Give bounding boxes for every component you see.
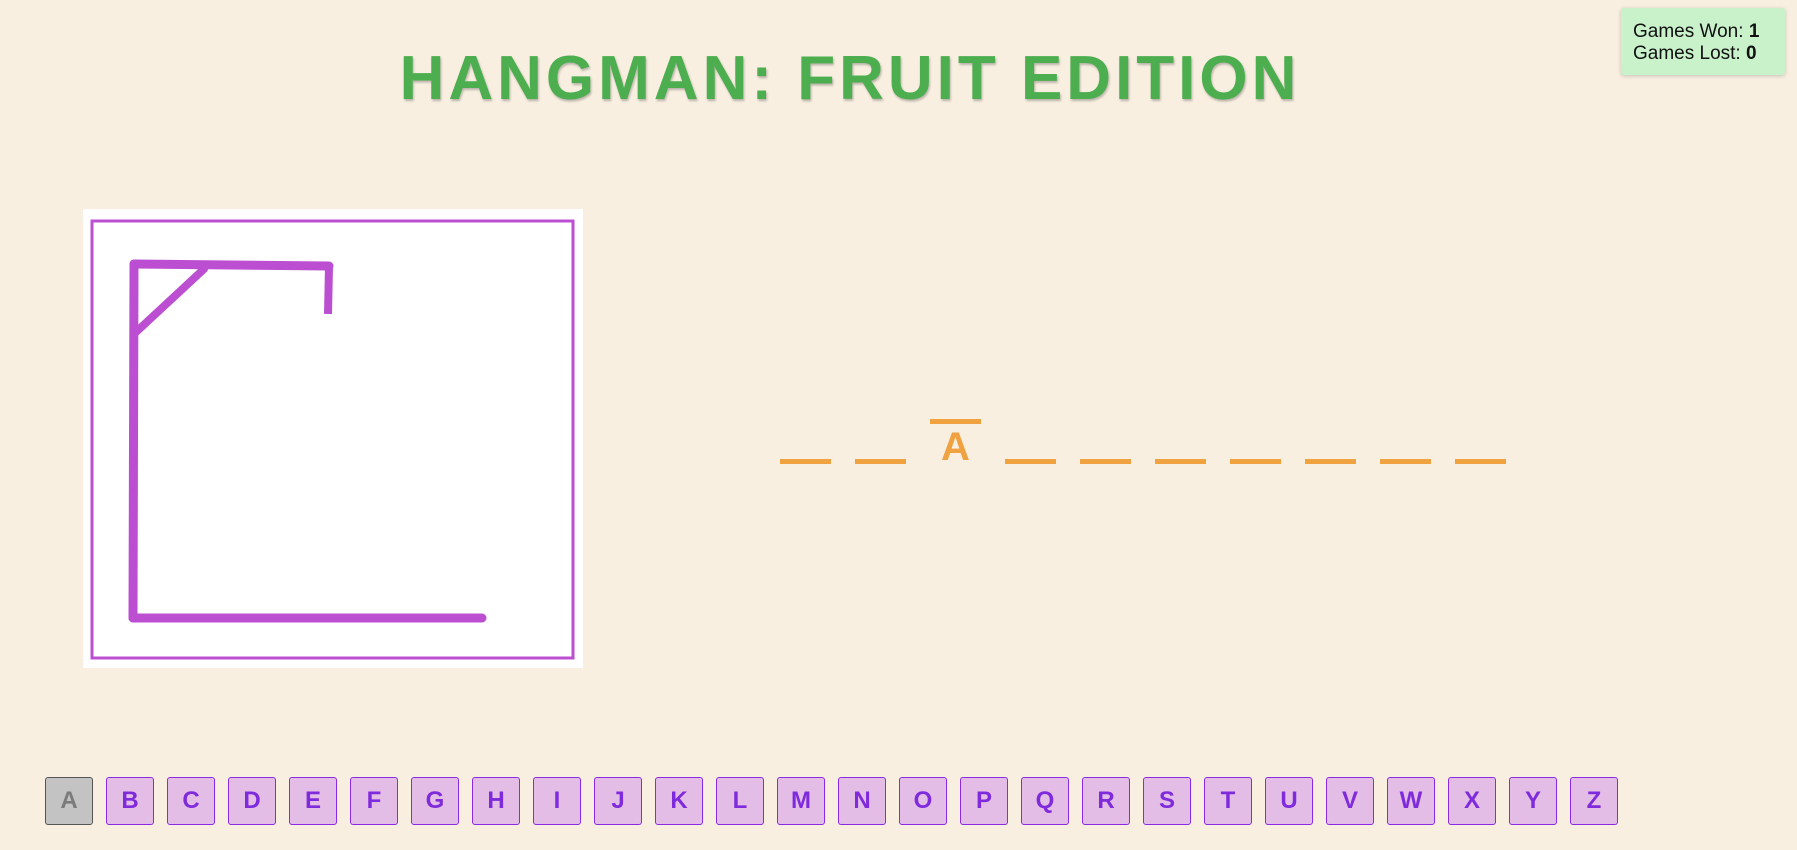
word-slot: A xyxy=(930,419,981,469)
letter-key-a: A xyxy=(45,777,93,825)
page-title: HANGMAN: FRUIT EDITION xyxy=(399,44,1301,113)
letter-key-s[interactable]: S xyxy=(1143,777,1191,825)
letter-keyboard: ABCDEFGHIJKLMNOPQRSTUVWXYZ xyxy=(45,777,1618,825)
word-slot xyxy=(1155,424,1206,464)
word-slot xyxy=(1380,424,1431,464)
score-panel: Games Won: 1 Games Lost: 0 xyxy=(1621,8,1785,75)
letter-key-u[interactable]: U xyxy=(1265,777,1313,825)
letter-key-q[interactable]: Q xyxy=(1021,777,1069,825)
letter-key-l[interactable]: L xyxy=(716,777,764,825)
gallows-pole xyxy=(128,259,139,623)
letter-key-o[interactable]: O xyxy=(899,777,947,825)
letter-key-g[interactable]: G xyxy=(411,777,459,825)
letter-key-j[interactable]: J xyxy=(594,777,642,825)
gallows-rope xyxy=(324,265,333,315)
letter-key-r[interactable]: R xyxy=(1082,777,1130,825)
word-slot xyxy=(855,424,906,464)
games-won-label: Games Won: xyxy=(1633,21,1744,42)
letter-key-v[interactable]: V xyxy=(1326,777,1374,825)
letter-key-b[interactable]: B xyxy=(106,777,154,825)
word-slot xyxy=(1455,424,1506,464)
hangman-canvas xyxy=(83,209,583,668)
letter-key-i[interactable]: I xyxy=(533,777,581,825)
games-lost-row: Games Lost: 0 xyxy=(1633,43,1773,65)
gallows-brace xyxy=(131,265,208,337)
letter-key-x[interactable]: X xyxy=(1448,777,1496,825)
games-lost-value: 0 xyxy=(1746,43,1757,64)
word-slot-underline xyxy=(1005,459,1056,464)
letter-key-y[interactable]: Y xyxy=(1509,777,1557,825)
word-slot-underline xyxy=(1230,459,1281,464)
letter-key-k[interactable]: K xyxy=(655,777,703,825)
word-slot-underline xyxy=(1455,459,1506,464)
letter-key-n[interactable]: N xyxy=(838,777,886,825)
word-slot-underline xyxy=(1380,459,1431,464)
gallows-beam xyxy=(129,259,334,271)
letter-key-e[interactable]: E xyxy=(289,777,337,825)
word-slot xyxy=(780,424,831,464)
letter-key-h[interactable]: H xyxy=(472,777,520,825)
letter-key-z[interactable]: Z xyxy=(1570,777,1618,825)
word-slot-underline xyxy=(1305,459,1356,464)
games-won-value: 1 xyxy=(1748,21,1760,42)
games-lost-label: Games Lost: xyxy=(1633,43,1741,64)
letter-key-m[interactable]: M xyxy=(777,777,825,825)
letter-key-d[interactable]: D xyxy=(228,777,276,825)
word-slot-letter: A xyxy=(941,425,970,469)
word-slot xyxy=(1305,424,1356,464)
games-won-row: Games Won: 1 xyxy=(1633,21,1773,43)
word-slot xyxy=(1080,424,1131,464)
word-slot xyxy=(1230,424,1281,464)
letter-key-c[interactable]: C xyxy=(167,777,215,825)
letter-key-w[interactable]: W xyxy=(1387,777,1435,825)
word-slot xyxy=(1005,424,1056,464)
letter-key-t[interactable]: T xyxy=(1204,777,1252,825)
letter-key-p[interactable]: P xyxy=(960,777,1008,825)
word-slot-underline xyxy=(1080,459,1131,464)
letter-key-f[interactable]: F xyxy=(350,777,398,825)
word-slot-underline xyxy=(855,459,906,464)
word-display: A xyxy=(780,419,1506,469)
hangman-drawing xyxy=(90,219,575,660)
word-slot-underline xyxy=(1155,459,1206,464)
word-slot-underline xyxy=(780,459,831,464)
